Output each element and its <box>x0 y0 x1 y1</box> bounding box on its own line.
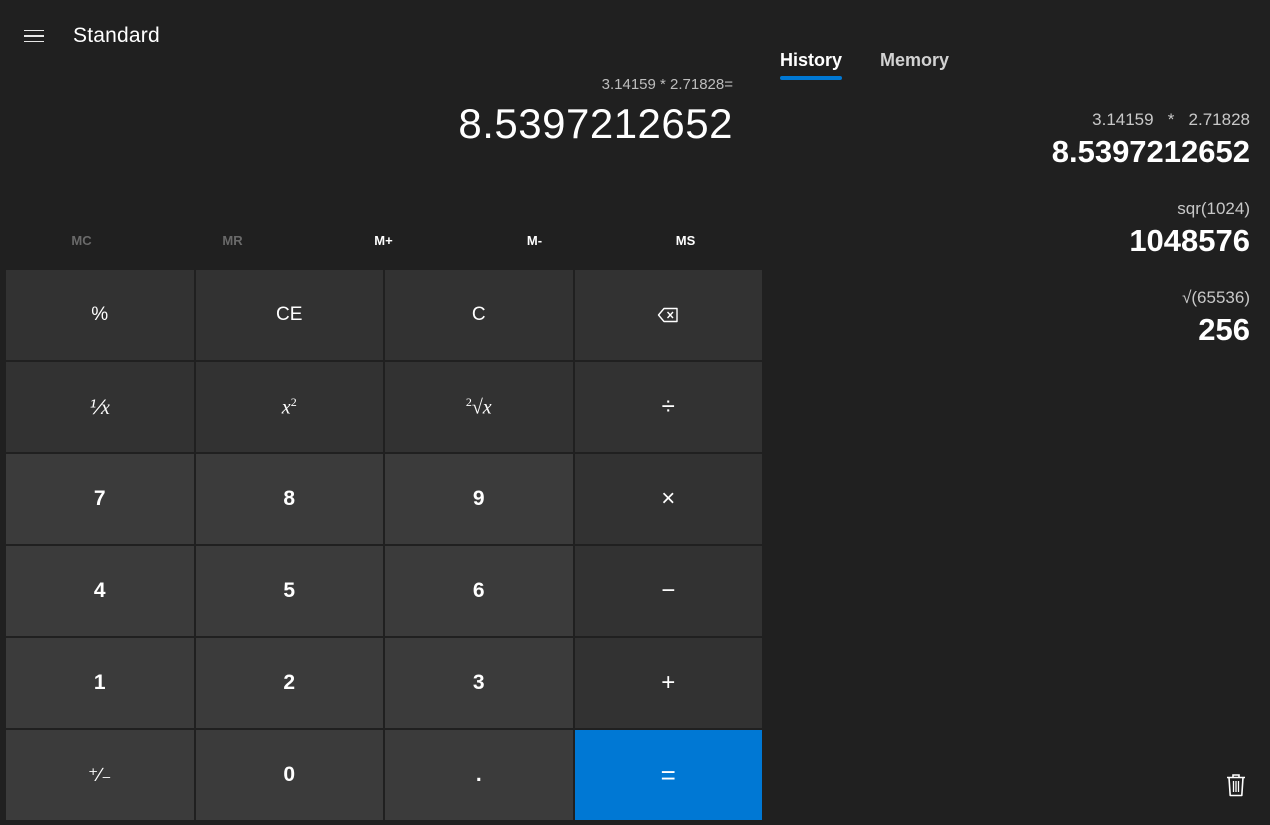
digit-1-button[interactable]: 1 <box>6 638 194 728</box>
tab-memory[interactable]: Memory <box>880 50 949 80</box>
backspace-button[interactable] <box>574 270 762 360</box>
history-result: 1048576 <box>1129 223 1250 258</box>
digit-7-button[interactable]: 7 <box>6 454 194 544</box>
history-list: 3.14159 * 2.71828 8.5397212652 sqr(1024)… <box>810 110 1250 377</box>
keypad: % CE C ⅟x x2 2√x ÷ 7 8 9 × 4 5 6 − 1 2 3… <box>6 270 762 820</box>
hamburger-menu-icon[interactable] <box>14 20 54 52</box>
subtract-button[interactable]: − <box>574 546 762 636</box>
digit-4-button[interactable]: 4 <box>6 546 194 636</box>
clear-history-button[interactable] <box>1222 770 1250 800</box>
digit-9-button[interactable]: 9 <box>385 454 573 544</box>
digit-2-button[interactable]: 2 <box>195 638 383 728</box>
history-item[interactable]: sqr(1024) 1048576 <box>810 199 1250 259</box>
calculator-window: Standard 3.14159 * 2.71828= 8.5397212652… <box>0 0 1270 825</box>
tab-history[interactable]: History <box>780 50 843 80</box>
history-item[interactable]: √(65536) 256 <box>810 288 1250 348</box>
clear-button[interactable]: C <box>385 270 573 360</box>
expression-display: 3.14159 * 2.71828= <box>601 76 733 93</box>
history-expression: √(65536) <box>1182 288 1250 307</box>
square-root-icon: 2√x <box>465 394 492 419</box>
result-display: 8.5397212652 <box>458 100 733 147</box>
digit-8-button[interactable]: 8 <box>195 454 383 544</box>
negate-button[interactable]: ⁺∕₋ <box>6 730 194 820</box>
equals-button[interactable]: = <box>574 730 762 820</box>
digit-0-button[interactable]: 0 <box>195 730 383 820</box>
history-item[interactable]: 3.14159 * 2.71828 8.5397212652 <box>810 110 1250 170</box>
memory-button-row: MC MR M+ M- MS <box>6 222 761 258</box>
percent-button[interactable]: % <box>6 270 194 360</box>
reciprocal-icon: ⅟x <box>89 396 110 419</box>
history-result: 256 <box>1198 312 1250 347</box>
digit-6-button[interactable]: 6 <box>385 546 573 636</box>
equals-icon: = <box>660 759 676 790</box>
memory-clear-button[interactable]: MC <box>6 222 157 258</box>
reciprocal-button[interactable]: ⅟x <box>6 362 194 452</box>
square-icon: x2 <box>281 394 297 419</box>
memory-add-button[interactable]: M+ <box>308 222 459 258</box>
multiply-button[interactable]: × <box>574 454 762 544</box>
menu-line <box>24 35 44 37</box>
memory-subtract-button[interactable]: M- <box>459 222 610 258</box>
add-button[interactable]: + <box>574 638 762 728</box>
trash-icon <box>1227 774 1245 797</box>
menu-line <box>24 29 44 32</box>
square-root-button[interactable]: 2√x <box>385 362 573 452</box>
mode-title: Standard <box>73 24 160 47</box>
backspace-icon <box>658 307 678 323</box>
square-button[interactable]: x2 <box>195 362 383 452</box>
plus-icon: + <box>661 669 676 696</box>
decimal-button[interactable]: . <box>385 730 573 820</box>
clear-entry-button[interactable]: CE <box>195 270 383 360</box>
menu-line <box>24 40 44 43</box>
memory-store-button[interactable]: MS <box>610 222 761 258</box>
history-result: 8.5397212652 <box>1051 134 1250 169</box>
history-expression: sqr(1024) <box>1177 199 1250 218</box>
divide-button[interactable]: ÷ <box>574 362 762 452</box>
digit-3-button[interactable]: 3 <box>385 638 573 728</box>
memory-recall-button[interactable]: MR <box>157 222 308 258</box>
panel-tabs: History Memory <box>780 50 949 80</box>
history-expression: 3.14159 * 2.71828 <box>1092 110 1250 129</box>
divide-icon: ÷ <box>661 393 675 420</box>
multiply-icon: × <box>661 485 676 512</box>
digit-5-button[interactable]: 5 <box>195 546 383 636</box>
minus-icon: − <box>661 577 676 604</box>
